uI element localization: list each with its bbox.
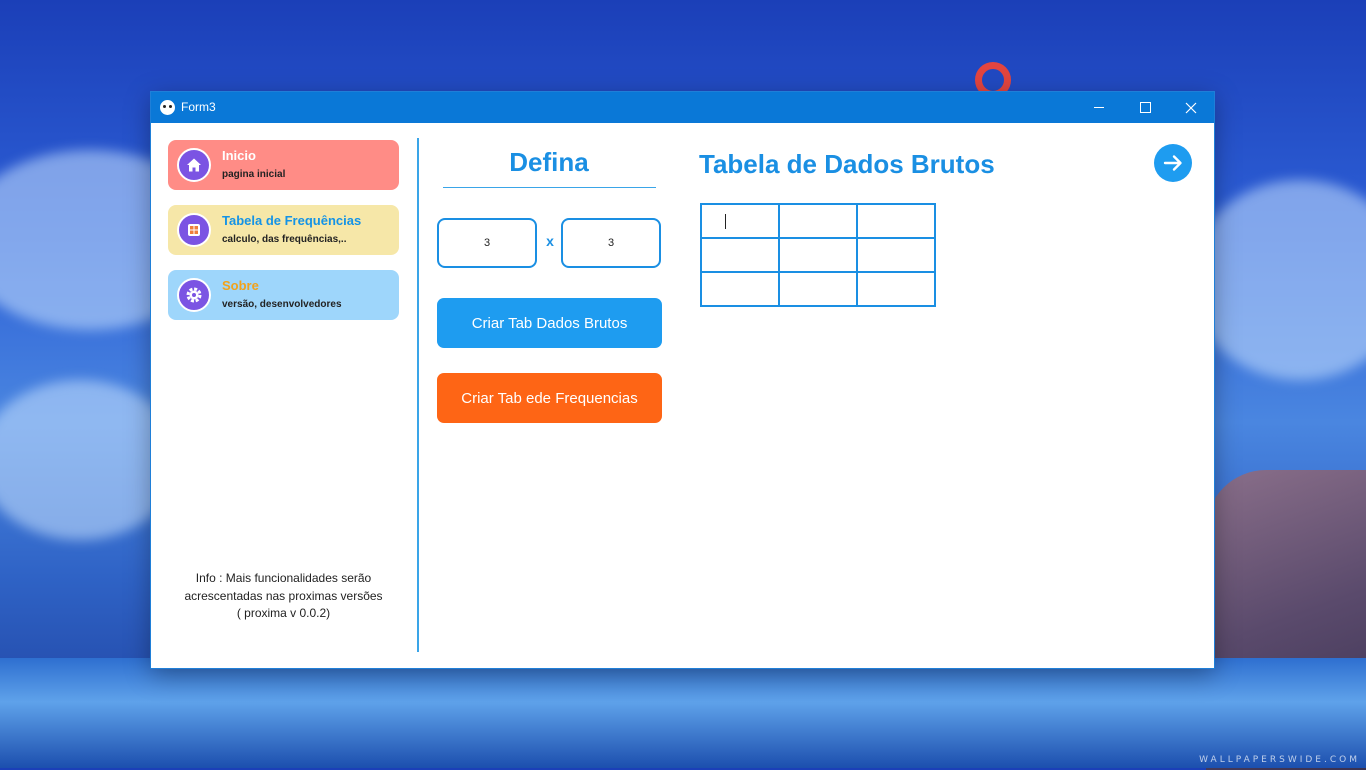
sidebar-item-title: Tabela de Frequências (222, 213, 362, 228)
info-text: Info : Mais funcionalidades serão acresc… (168, 570, 399, 623)
wallpaper-cloud (1190, 180, 1366, 380)
info-line: acrescentadas nas proximas versões (184, 588, 383, 603)
rows-input[interactable]: 3 (437, 218, 537, 268)
maximize-button[interactable] (1122, 92, 1168, 123)
dimension-separator: x (546, 233, 554, 249)
sidebar-divider (417, 138, 419, 652)
wallpaper-sea (0, 658, 1366, 768)
raw-data-table (700, 203, 936, 307)
raw-table-title: Tabela de Dados Brutos (699, 149, 995, 179)
minimize-icon (1094, 107, 1104, 108)
table-cell[interactable] (778, 271, 858, 307)
sidebar-item-subtitle: calculo, das frequências,.. (222, 234, 347, 245)
columns-input[interactable]: 3 (561, 218, 661, 268)
app-icon (160, 100, 175, 115)
sidebar-item-title: Inicio (222, 148, 256, 163)
arrow-right-icon (1163, 155, 1182, 171)
create-raw-table-button[interactable]: Criar Tab Dados Brutos (437, 298, 662, 348)
info-line: Info : Mais funcionalidades serão (195, 571, 372, 585)
table-row (700, 237, 936, 273)
sidebar-item-sobre[interactable]: Sobre versão, desenvolvedores (168, 270, 399, 320)
table-cell[interactable] (700, 237, 780, 273)
window-title: Form3 (181, 100, 216, 114)
gear-icon (177, 278, 211, 312)
table-cell[interactable] (700, 271, 780, 307)
close-button[interactable] (1168, 92, 1214, 123)
sidebar-item-subtitle: pagina inicial (222, 169, 286, 180)
table-cell[interactable] (856, 271, 936, 307)
app-window: Form3 Inicio pagina inicial Tabela de Fr… (151, 92, 1214, 668)
sidebar-item-subtitle: versão, desenvolvedores (222, 299, 342, 310)
minimize-button[interactable] (1076, 92, 1122, 123)
maximize-icon (1139, 102, 1151, 113)
define-title: Defina (509, 147, 589, 177)
close-icon (1185, 102, 1197, 113)
sidebar-item-inicio[interactable]: Inicio pagina inicial (168, 140, 399, 190)
table-cell[interactable] (778, 203, 858, 239)
info-line: ( proxima v 0.0.2) (236, 606, 331, 620)
wallpaper-watermark: WALLPAPERSWIDE.COM (1199, 755, 1360, 765)
table-cell[interactable] (700, 203, 780, 239)
window-content: Inicio pagina inicial Tabela de Frequênc… (151, 123, 1214, 668)
title-bar[interactable]: Form3 (151, 92, 1214, 123)
define-underline (443, 187, 656, 188)
table-cell[interactable] (856, 237, 936, 273)
table-cell[interactable] (778, 237, 858, 273)
table-cell[interactable] (856, 203, 936, 239)
table-row (700, 203, 936, 239)
table-icon (177, 213, 211, 247)
text-cursor (724, 213, 726, 229)
next-button[interactable] (1154, 144, 1192, 182)
create-frequency-table-button[interactable]: Criar Tab ede Frequencias (437, 373, 662, 423)
sidebar-item-title: Sobre (222, 278, 259, 293)
sidebar-item-tabela-frequencias[interactable]: Tabela de Frequências calculo, das frequ… (168, 205, 399, 255)
table-row (700, 271, 936, 307)
home-icon (177, 148, 211, 182)
